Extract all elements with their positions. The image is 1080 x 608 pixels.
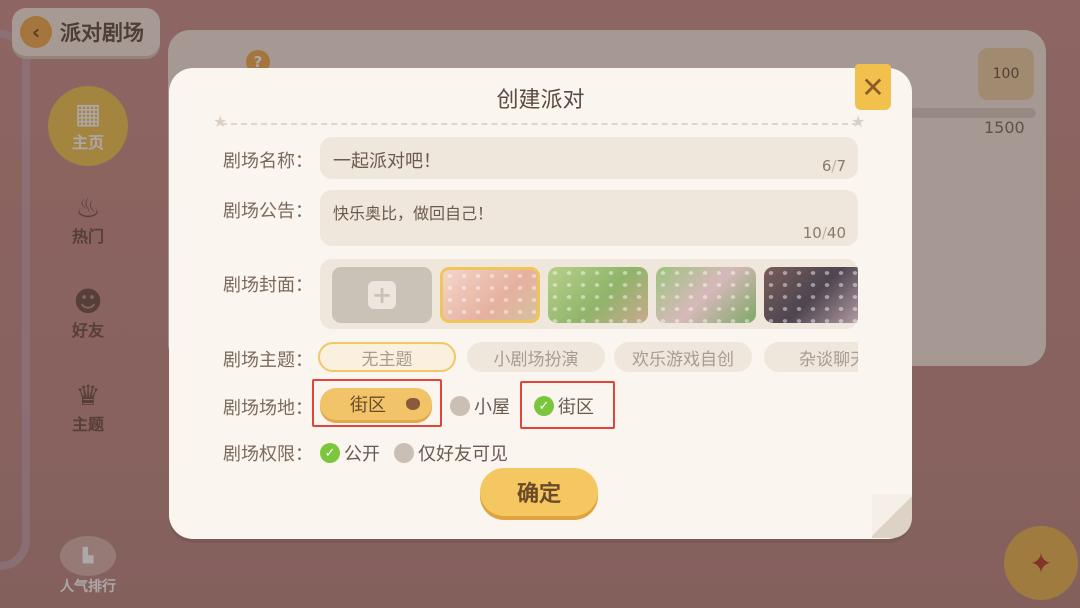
page-curl-decoration bbox=[872, 494, 912, 538]
name-max: 7 bbox=[836, 157, 846, 175]
highlight-box bbox=[312, 379, 442, 427]
name-count: 6 bbox=[821, 157, 832, 175]
name-char-counter: 6/7 bbox=[821, 157, 846, 175]
cover-picker: + bbox=[320, 259, 858, 329]
cover-thumbnail bbox=[548, 267, 648, 323]
cover-thumbnail bbox=[656, 267, 756, 323]
star-ornament-icon: ★ bbox=[851, 112, 866, 131]
close-button[interactable]: ✕ bbox=[855, 64, 891, 110]
notice-label: 剧场公告： bbox=[223, 201, 313, 222]
cover-option[interactable] bbox=[656, 267, 756, 323]
add-cover-button[interactable]: + bbox=[332, 267, 432, 323]
theme-label: 剧场主题： bbox=[223, 350, 313, 371]
cover-option[interactable] bbox=[764, 267, 858, 323]
notice-textarea[interactable]: 快乐奥比，做回自己！ 10/40 bbox=[320, 190, 858, 246]
close-icon: ✕ bbox=[861, 70, 885, 104]
theme-chip-chat[interactable]: 杂谈聊天 bbox=[764, 342, 858, 372]
plus-icon: + bbox=[368, 281, 396, 309]
theme-chip-game[interactable]: 欢乐游戏自创 bbox=[614, 342, 752, 372]
venue-option-house[interactable]: 小屋 bbox=[450, 393, 510, 419]
dialog-title: 创建派对 bbox=[496, 88, 585, 113]
cover-label: 剧场封面： bbox=[223, 275, 313, 296]
check-icon: ✓ bbox=[320, 443, 340, 463]
permission-option-friends-label: 仅好友可见 bbox=[418, 444, 508, 465]
radio-unchecked-icon bbox=[394, 443, 414, 463]
cover-option[interactable] bbox=[548, 267, 648, 323]
notice-value: 快乐奥比，做回自己！ bbox=[333, 204, 494, 223]
name-value: 一起派对吧！ bbox=[333, 151, 441, 172]
theme-chip-list: 无主题 小剧场扮演 欢乐游戏自创 杂谈聊天 bbox=[316, 338, 858, 378]
venue-label: 剧场场地： bbox=[223, 398, 313, 419]
cover-thumbnail bbox=[443, 270, 537, 320]
highlight-box bbox=[520, 381, 615, 429]
permission-option-public[interactable]: ✓ 公开 bbox=[320, 440, 380, 466]
name-input[interactable]: 一起派对吧！ 6/7 bbox=[320, 137, 858, 179]
star-ornament-icon: ★ bbox=[213, 112, 228, 131]
confirm-label: 确定 bbox=[516, 482, 561, 507]
cover-option-selected[interactable] bbox=[440, 267, 540, 323]
permission-label: 剧场权限： bbox=[223, 444, 313, 465]
cover-thumbnail bbox=[764, 267, 858, 323]
permission-option-friends[interactable]: 仅好友可见 bbox=[394, 440, 508, 466]
theme-chip-none[interactable]: 无主题 bbox=[318, 342, 456, 372]
name-label: 剧场名称： bbox=[223, 151, 313, 172]
permission-option-public-label: 公开 bbox=[344, 444, 380, 465]
notice-char-counter: 10/40 bbox=[802, 224, 846, 242]
radio-unchecked-icon bbox=[450, 396, 470, 416]
venue-option-house-label: 小屋 bbox=[474, 397, 510, 418]
title-divider bbox=[221, 123, 858, 125]
notice-max: 40 bbox=[826, 224, 846, 242]
confirm-button[interactable]: 确定 bbox=[480, 468, 598, 516]
theme-chip-roleplay[interactable]: 小剧场扮演 bbox=[467, 342, 605, 372]
notice-count: 10 bbox=[802, 224, 822, 242]
